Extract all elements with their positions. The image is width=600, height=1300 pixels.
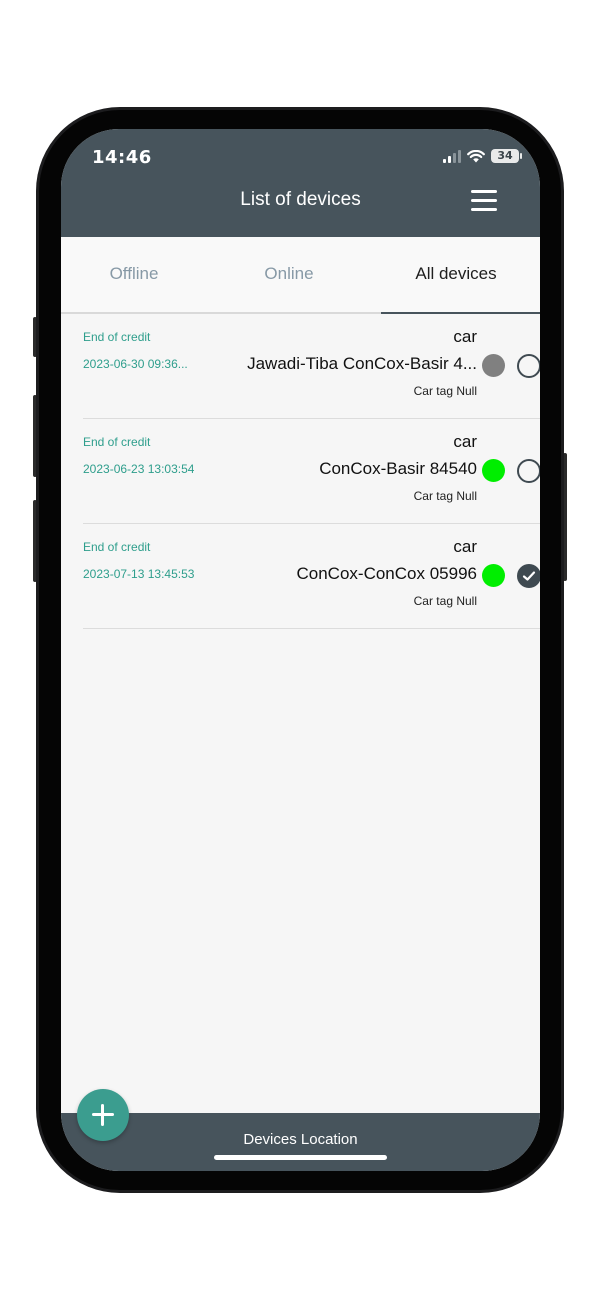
cellular-signal-icon bbox=[443, 150, 461, 163]
credit-status: End of credit bbox=[83, 330, 151, 344]
app-header: 14:46 34 List of devices bbox=[61, 129, 540, 237]
list-item[interactable]: End of credit 2023-07-13 13:45:53 car Co… bbox=[83, 524, 540, 629]
last-update-date: 2023-06-23 13:03:54 bbox=[83, 462, 195, 476]
checkmark-icon bbox=[522, 571, 536, 581]
home-indicator bbox=[214, 1155, 387, 1160]
hamburger-menu-icon[interactable] bbox=[471, 190, 497, 212]
device-name: Jawadi-Tiba ConCox-Basir 4... bbox=[247, 354, 477, 373]
wifi-icon bbox=[467, 150, 485, 163]
list-item[interactable]: End of credit 2023-06-23 13:03:54 car Co… bbox=[83, 419, 540, 524]
device-filter-tabs: Offline Online All devices bbox=[61, 237, 540, 314]
page-title: List of devices bbox=[240, 189, 361, 210]
status-time: 14:46 bbox=[92, 147, 152, 168]
status-icons: 34 bbox=[443, 149, 522, 163]
tab-online[interactable]: Online bbox=[207, 237, 371, 314]
device-type: car bbox=[453, 432, 477, 451]
credit-status: End of credit bbox=[83, 540, 151, 554]
credit-status: End of credit bbox=[83, 435, 151, 449]
last-update-date: 2023-07-13 13:45:53 bbox=[83, 567, 195, 581]
battery-icon: 34 bbox=[491, 149, 522, 163]
device-list: End of credit 2023-06-30 09:36... car Ja… bbox=[61, 314, 540, 629]
last-update-date: 2023-06-30 09:36... bbox=[83, 357, 188, 371]
list-item[interactable]: End of credit 2023-06-30 09:36... car Ja… bbox=[83, 314, 540, 419]
tab-offline[interactable]: Offline bbox=[61, 237, 207, 314]
status-indicator bbox=[482, 459, 505, 482]
app-screen: 14:46 34 List of devices Offline Online … bbox=[61, 129, 540, 1171]
device-name: ConCox-ConCox 05996 bbox=[296, 564, 478, 583]
select-checkbox[interactable] bbox=[517, 459, 540, 483]
device-type: car bbox=[453, 537, 477, 556]
car-tag: Car tag Null bbox=[413, 384, 477, 398]
car-tag: Car tag Null bbox=[413, 489, 477, 503]
status-indicator bbox=[482, 354, 505, 377]
status-indicator bbox=[482, 564, 505, 587]
tab-all-devices[interactable]: All devices bbox=[381, 237, 531, 314]
device-name: ConCox-Basir 84540 bbox=[319, 459, 477, 478]
car-tag: Car tag Null bbox=[413, 594, 477, 608]
device-type: car bbox=[453, 327, 477, 346]
select-checkbox[interactable] bbox=[517, 354, 540, 378]
select-checkbox[interactable] bbox=[517, 564, 540, 588]
add-device-button[interactable] bbox=[77, 1089, 129, 1141]
bottom-bar: Devices Location bbox=[61, 1113, 540, 1171]
devices-location-button[interactable]: Devices Location bbox=[61, 1131, 540, 1148]
